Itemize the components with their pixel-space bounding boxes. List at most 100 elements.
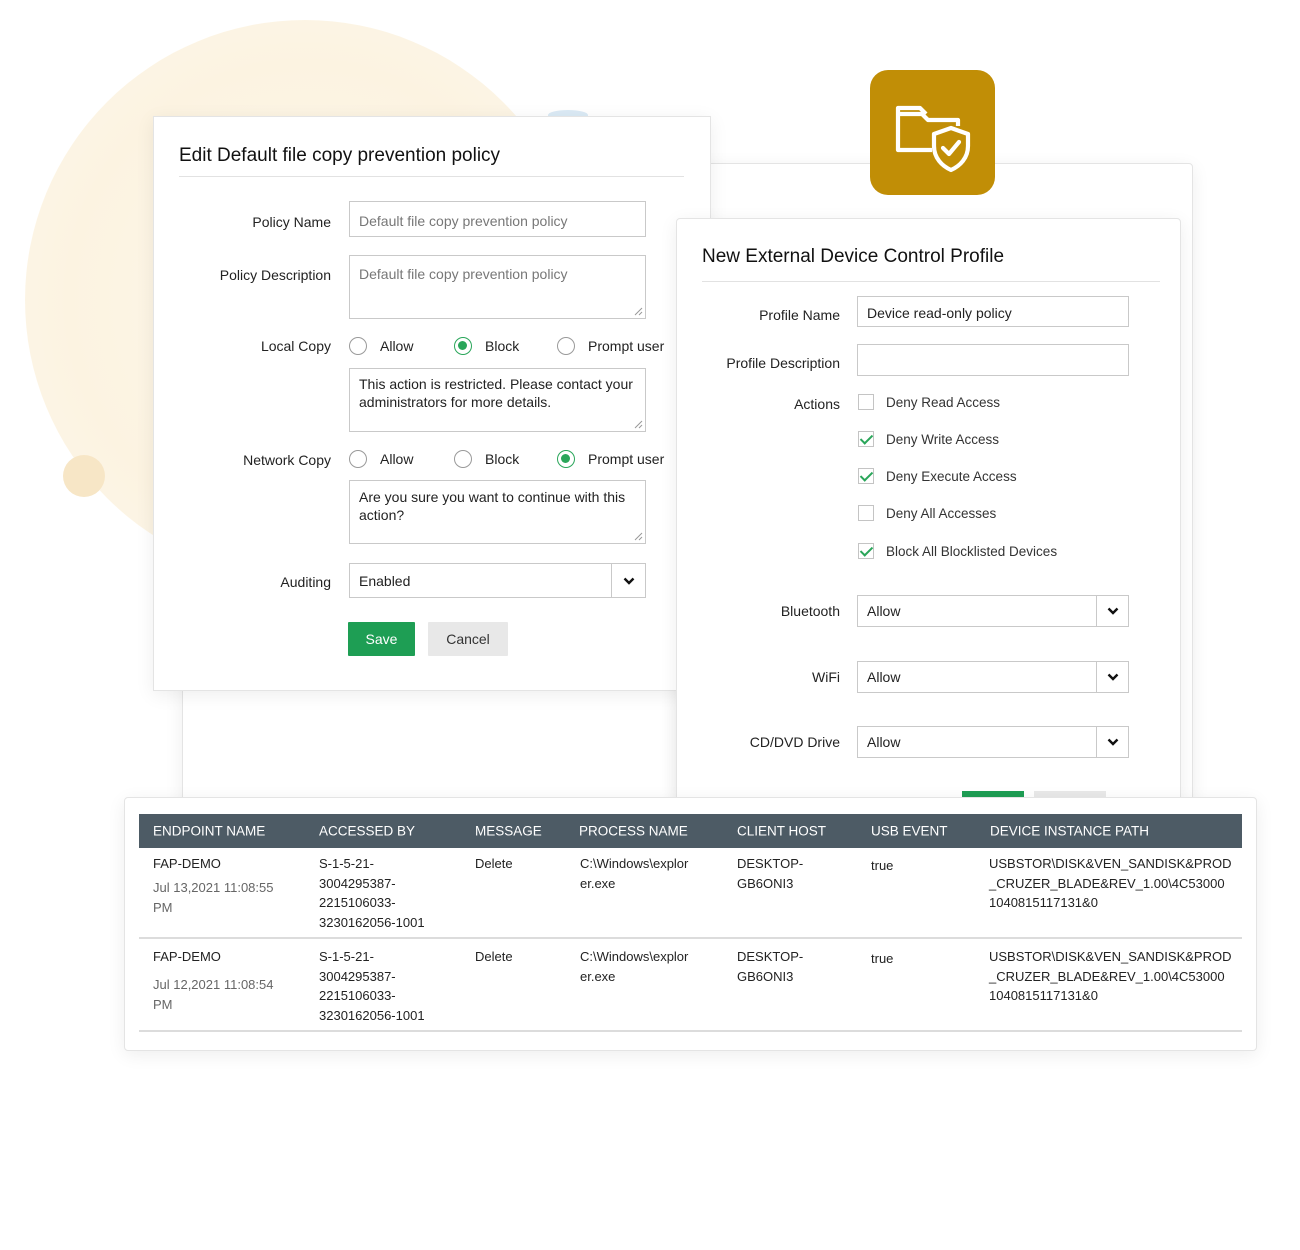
radio-icon <box>349 337 367 355</box>
radio-label: Block <box>485 338 520 354</box>
accessed-by: S-1-5-21- 3004295387- 2215106033- 323016… <box>319 949 425 1023</box>
block-blocklisted-checkbox[interactable]: Block All Blocklisted Devices <box>858 543 1057 559</box>
checkbox-label: Deny Write Access <box>886 431 1000 447</box>
deny-execute-checkbox[interactable]: Deny Execute Access <box>858 468 1017 484</box>
auditing-label: Auditing <box>280 574 331 590</box>
profile-name-value: Device read-only policy <box>867 305 1012 321</box>
policy-description-textarea[interactable]: Default file copy prevention policy <box>349 255 646 319</box>
checkbox-label: Block All Blocklisted Devices <box>886 543 1058 559</box>
device-instance-path: USBSTOR\DISK&VEN_SANDISK&PROD _CRUZER_BL… <box>989 949 1232 1003</box>
resize-handle-icon[interactable] <box>633 419 643 429</box>
wifi-select[interactable]: Allow <box>857 661 1129 693</box>
checkbox-icon <box>858 394 874 410</box>
accessed-by: S-1-5-21- 3004295387- 2215106033- 323016… <box>319 856 425 930</box>
local-copy-block-radio[interactable]: Block <box>454 337 519 355</box>
auditing-select[interactable]: Enabled <box>349 563 646 598</box>
radio-label: Prompt user <box>588 451 665 467</box>
network-copy-message: Are you sure you want to continue with t… <box>359 489 626 524</box>
endpoint-name: FAP-DEMO <box>153 856 221 871</box>
resize-handle-icon[interactable] <box>633 306 643 316</box>
dropdown-toggle[interactable] <box>1096 662 1128 692</box>
divider <box>702 281 1160 282</box>
column-header[interactable]: DEVICE INSTANCE PATH <box>990 824 1149 839</box>
bluetooth-label: Bluetooth <box>780 603 840 619</box>
cancel-button[interactable]: Cancel <box>428 622 508 656</box>
dropdown-toggle[interactable] <box>1096 727 1128 757</box>
radio-icon <box>349 450 367 468</box>
checkbox-label: Deny Read Access <box>886 394 1001 410</box>
resize-handle-icon[interactable] <box>633 531 643 541</box>
wifi-value: Allow <box>867 669 901 685</box>
column-header[interactable]: PROCESS NAME <box>579 824 688 839</box>
policy-name-placeholder: Default file copy prevention policy <box>359 213 568 229</box>
process-name: C:\Windows\explor er.exe <box>580 856 689 891</box>
checkbox-checked-icon <box>858 468 874 484</box>
profile-description-label: Profile Description <box>726 355 840 371</box>
client-host: DESKTOP- GB6ONI3 <box>737 949 804 984</box>
dialog-title: Edit Default file copy prevention policy <box>179 145 501 166</box>
divider <box>179 176 684 177</box>
dropdown-toggle[interactable] <box>611 564 645 597</box>
column-header[interactable]: ENDPOINT NAME <box>153 824 265 839</box>
profile-name-label: Profile Name <box>759 307 840 323</box>
usb-event: true <box>871 951 894 966</box>
message: Delete <box>475 949 513 964</box>
bluetooth-select[interactable]: Allow <box>857 595 1129 627</box>
column-header[interactable]: ACCESSED BY <box>319 824 415 839</box>
auditing-value: Enabled <box>359 572 411 589</box>
actions-label: Actions <box>794 396 840 412</box>
deny-read-checkbox[interactable]: Deny Read Access <box>858 394 1000 410</box>
chevron-down-icon <box>1107 607 1118 615</box>
local-copy-label: Local Copy <box>260 338 331 354</box>
radio-label: Block <box>485 451 520 467</box>
radio-selected-icon <box>557 450 575 468</box>
network-copy-allow-radio[interactable]: Allow <box>349 450 413 468</box>
chevron-down-icon <box>1107 673 1118 681</box>
chevron-down-icon <box>1107 738 1118 746</box>
dropdown-toggle[interactable] <box>1096 596 1128 626</box>
device-control-profile-dialog: New External Device Control Profile Prof… <box>676 218 1181 803</box>
local-copy-message-textarea[interactable]: This action is restricted. Please contac… <box>349 368 646 432</box>
radio-label: Prompt user <box>588 338 665 354</box>
endpoint-name: FAP-DEMO <box>153 949 221 964</box>
checkbox-checked-icon <box>858 431 874 447</box>
radio-label: Allow <box>380 338 414 354</box>
radio-icon <box>557 337 575 355</box>
network-copy-prompt-radio[interactable]: Prompt user <box>557 450 664 468</box>
policy-name-input[interactable]: Default file copy prevention policy <box>349 201 646 237</box>
table-header: ENDPOINT NAME ACCESSED BY MESSAGE PROCES… <box>139 814 1242 848</box>
profile-name-input[interactable]: Device read-only policy <box>857 296 1129 327</box>
network-copy-message-textarea[interactable]: Are you sure you want to continue with t… <box>349 480 646 544</box>
column-header[interactable]: CLIENT HOST <box>737 824 826 839</box>
table-row[interactable]: FAP-DEMO Jul 12,2021 11:08:54 PM S-1-5-2… <box>139 941 1242 1032</box>
policy-name-label: Policy Name <box>252 214 331 230</box>
network-copy-label: Network Copy <box>243 452 331 468</box>
chevron-down-icon <box>623 577 634 585</box>
folder-shield-icon <box>870 70 995 195</box>
policy-description-placeholder: Default file copy prevention policy <box>359 266 568 282</box>
local-copy-prompt-radio[interactable]: Prompt user <box>557 337 664 355</box>
radio-label: Allow <box>380 451 414 467</box>
policy-description-label: Policy Description <box>219 267 331 283</box>
profile-description-input[interactable] <box>857 344 1129 376</box>
column-header[interactable]: MESSAGE <box>475 824 542 839</box>
folder-shield-glyph <box>895 105 970 172</box>
usb-audit-table: ENDPOINT NAME ACCESSED BY MESSAGE PROCES… <box>124 797 1257 1051</box>
local-copy-allow-radio[interactable]: Allow <box>349 337 413 355</box>
cddvd-select[interactable]: Allow <box>857 726 1129 758</box>
cddvd-label: CD/DVD Drive <box>749 734 840 750</box>
save-button[interactable]: Save <box>348 622 415 656</box>
table-row[interactable]: FAP-DEMO Jul 13,2021 11:08:55 PM S-1-5-2… <box>139 848 1242 939</box>
deny-all-checkbox[interactable]: Deny All Accesses <box>858 505 996 521</box>
edit-policy-dialog: Edit Default file copy prevention policy… <box>153 116 711 691</box>
message: Delete <box>475 856 513 871</box>
dialog-title: New External Device Control Profile <box>702 246 1005 267</box>
background-dot <box>63 455 105 497</box>
deny-write-checkbox[interactable]: Deny Write Access <box>858 431 999 447</box>
cddvd-value: Allow <box>867 734 901 750</box>
column-header[interactable]: USB EVENT <box>871 824 948 839</box>
network-copy-block-radio[interactable]: Block <box>454 450 519 468</box>
timestamp: Jul 13,2021 11:08:55 PM <box>153 880 274 915</box>
checkbox-icon <box>858 505 874 521</box>
radio-selected-icon <box>454 337 472 355</box>
